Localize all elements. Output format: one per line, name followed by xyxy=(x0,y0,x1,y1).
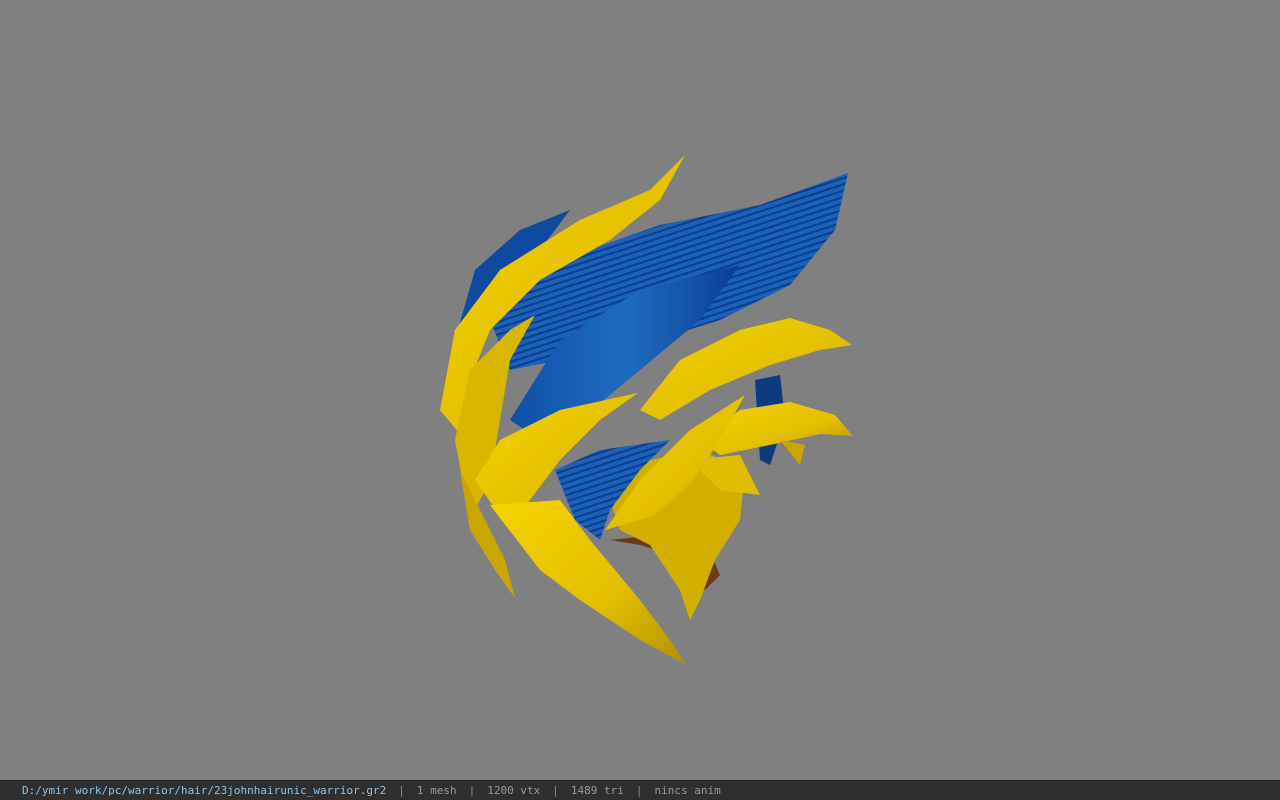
status-separator: | xyxy=(552,784,559,797)
anim-status-label: nincs anim xyxy=(654,784,721,797)
status-separator: | xyxy=(635,784,643,797)
status-separator: | xyxy=(468,784,476,797)
hair-model-render xyxy=(440,155,853,665)
mesh-count-label: 1 mesh xyxy=(416,784,457,797)
status-separator: | xyxy=(398,784,405,797)
3d-viewport[interactable] xyxy=(0,0,1280,780)
vertex-count-label: 1200 vtx xyxy=(487,784,541,797)
status-bar: D:/ymir work/pc/warrior/hair/23johnhairu… xyxy=(0,780,1280,800)
triangle-count-label: 1489 tri xyxy=(570,784,624,797)
file-path-label: D:/ymir work/pc/warrior/hair/23johnhairu… xyxy=(22,784,387,797)
yellow-spike-right-small xyxy=(780,440,805,465)
